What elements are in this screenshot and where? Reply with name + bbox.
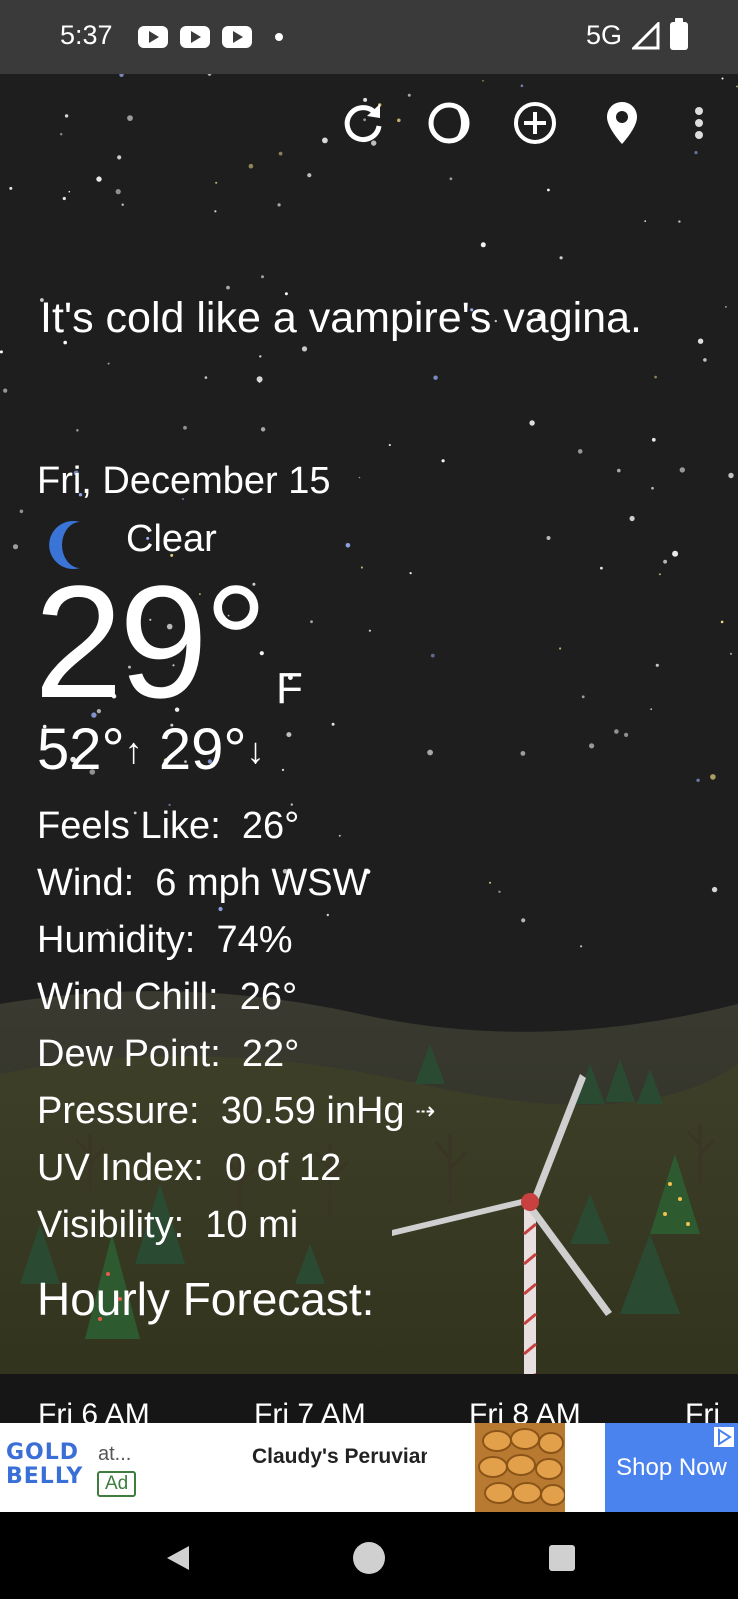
current-date: Fri, December 15 bbox=[37, 460, 331, 502]
detail-dew-point: Dew Point: 22° bbox=[37, 1033, 300, 1075]
signal-icon bbox=[632, 22, 660, 50]
detail-uv-index: UV Index: 0 of 12 bbox=[37, 1147, 342, 1189]
ad-title[interactable]: Claudy's Peruvian bbox=[252, 1445, 427, 1469]
detail-wind-chill: Wind Chill: 26° bbox=[37, 976, 298, 1018]
more-notifications-icon bbox=[275, 33, 283, 41]
home-icon[interactable] bbox=[349, 1538, 389, 1578]
hourly-item[interactable]: Fri 8 AM bbox=[469, 1398, 581, 1423]
temperature-unit: F bbox=[276, 664, 303, 713]
theme-icon[interactable] bbox=[424, 98, 474, 148]
weather-scene: It's cold like a vampire's vagina. Fri, … bbox=[0, 74, 738, 1423]
recents-icon[interactable] bbox=[542, 1538, 582, 1578]
back-icon[interactable] bbox=[158, 1538, 198, 1578]
add-location-icon[interactable] bbox=[510, 98, 560, 148]
battery-icon bbox=[670, 18, 688, 50]
hourly-item[interactable]: Fri 7 AM bbox=[254, 1398, 366, 1423]
detail-humidity: Humidity: 74% bbox=[37, 919, 293, 961]
network-type: 5G bbox=[586, 20, 623, 50]
ad-choices-icon[interactable] bbox=[714, 1427, 734, 1447]
detail-feels-like: Feels Like: 26° bbox=[37, 805, 300, 847]
hourly-forecast-strip[interactable]: Fri 6 AM Fri 7 AM Fri 8 AM Fri bbox=[0, 1374, 738, 1423]
hourly-item[interactable]: Fri bbox=[685, 1398, 720, 1423]
weather-quip: It's cold like a vampire's vagina. bbox=[40, 294, 642, 342]
high-low-temperatures: 52°↑ 29°↓ bbox=[37, 718, 265, 783]
more-icon[interactable] bbox=[674, 98, 724, 148]
youtube-notification-icon bbox=[138, 26, 168, 48]
system-navigation-bar bbox=[0, 1512, 738, 1599]
pressure-steady-arrow-icon: ⇢ bbox=[415, 1098, 436, 1125]
current-temperature: 29° bbox=[34, 552, 268, 731]
status-time: 5:37 bbox=[60, 20, 113, 50]
location-pin-icon[interactable] bbox=[597, 98, 647, 148]
ad-food-image[interactable] bbox=[475, 1423, 565, 1512]
low-temperature: 29° bbox=[158, 717, 247, 782]
detail-wind: Wind: 6 mph WSW bbox=[37, 862, 369, 904]
goldbelly-logo: GOLD BELLY bbox=[6, 1440, 84, 1489]
status-bar: 5:37 5G bbox=[0, 0, 738, 74]
down-arrow-icon: ↓ bbox=[246, 730, 265, 771]
youtube-notification-icon bbox=[180, 26, 210, 48]
ad-badge: Ad bbox=[97, 1471, 137, 1497]
detail-pressure: Pressure: 30.59 inHg ⇢ bbox=[37, 1090, 436, 1132]
ad-advertiser-text: at... bbox=[98, 1443, 132, 1465]
hourly-forecast-title: Hourly Forecast: bbox=[37, 1273, 375, 1325]
hourly-item[interactable]: Fri 6 AM bbox=[38, 1398, 150, 1423]
weather-details: Feels Like: 26° Wind: 6 mph WSW Humidity… bbox=[37, 804, 435, 1260]
refresh-icon[interactable] bbox=[338, 98, 388, 148]
up-arrow-icon: ↑ bbox=[124, 730, 143, 771]
ad-banner[interactable]: GOLD BELLY at... Ad Claudy's Peruvian Sh… bbox=[0, 1423, 738, 1512]
high-temperature: 52° bbox=[37, 717, 125, 782]
youtube-notification-icon bbox=[222, 26, 252, 48]
detail-visibility: Visibility: 10 mi bbox=[37, 1204, 299, 1246]
